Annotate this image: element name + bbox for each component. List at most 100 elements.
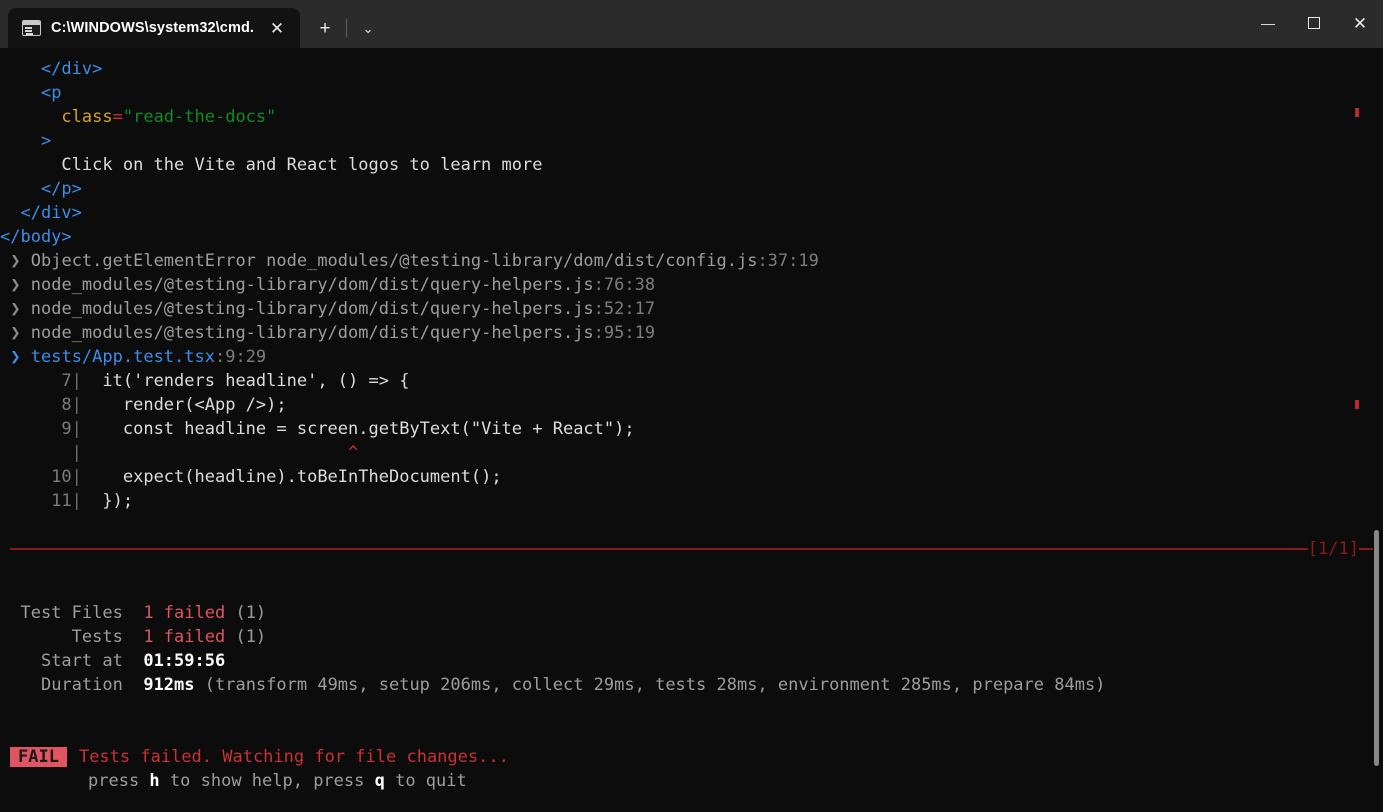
html-markup-block: </div> <p class="read-the-docs" > Click …	[0, 57, 1383, 249]
help-key-q: q	[374, 771, 385, 791]
markup-line: class="read-the-docs"	[0, 105, 1383, 129]
tab-title: C:\WINDOWS\system32\cmd.	[51, 20, 255, 36]
terminal-output[interactable]: </div> <p class="read-the-docs" > Click …	[0, 48, 1383, 812]
code-frame-line: 9| const headline = screen.getByText("Vi…	[0, 417, 1383, 441]
stack-frame-location: :76:38	[593, 275, 656, 295]
summary-label: Start at	[40, 651, 123, 671]
summary-suffix: (1)	[225, 603, 267, 623]
chevron-right-icon: ❯	[10, 251, 21, 271]
status-badge: FAIL	[10, 747, 67, 767]
code-line-text: const headline = screen.getByText("Vite …	[81, 419, 635, 439]
minimize-button[interactable]: —	[1245, 0, 1291, 46]
code-gutter-pipe: |	[71, 467, 82, 487]
code-frame-line: 7| it('renders headline', () => {	[0, 369, 1383, 393]
stack-frame-path: node_modules/@testing-library/dom/dist/q…	[30, 275, 594, 295]
markup-token: >	[40, 131, 52, 151]
stack-frame[interactable]: ❯ node_modules/@testing-library/dom/dist…	[0, 321, 1383, 345]
error-caret: ^	[348, 443, 359, 463]
tab-cmd[interactable]: C:\WINDOWS\system32\cmd. ✕	[8, 8, 301, 48]
maximize-button[interactable]	[1291, 0, 1337, 46]
summary-block: Test Files 1 failed (1) Tests 1 failed (…	[0, 601, 1383, 697]
maximize-icon	[1308, 17, 1320, 29]
fail-status-row: FAIL Tests failed. Watching for file chan…	[0, 745, 1383, 769]
scrollbar-thumb[interactable]	[1374, 530, 1379, 766]
stack-frame-path: node_modules/@testing-library/dom/dist/q…	[30, 323, 594, 343]
summary-suffix: (1)	[225, 627, 267, 647]
stack-frame-location: :9:29	[214, 347, 267, 367]
code-frame-line: 8| render(<App />);	[0, 393, 1383, 417]
code-line-number: 8	[51, 395, 72, 415]
code-line-text: expect(headline).toBeInTheDocument();	[81, 467, 502, 487]
fail-message: Tests failed. Watching for file changes.…	[78, 747, 509, 767]
code-line-text: it('renders headline', () => {	[81, 371, 410, 391]
close-icon[interactable]: ✕	[264, 15, 290, 41]
markup-line: </div>	[0, 201, 1383, 225]
summary-label: Tests	[71, 627, 123, 647]
markup-token: </div>	[40, 59, 103, 79]
stack-frame-location: :37:19	[757, 251, 819, 271]
markup-token: class	[61, 107, 113, 127]
markup-token: "read-the-docs"	[122, 107, 277, 127]
tab-strip: C:\WINDOWS\system32\cmd. ✕ + ⌄	[0, 0, 387, 48]
chevron-down-icon[interactable]: ⌄	[349, 10, 387, 46]
help-post: to quit	[384, 771, 467, 791]
help-key-h: h	[149, 771, 160, 791]
stack-frame[interactable]: ❯ Object.getElementError node_modules/@t…	[0, 249, 1383, 273]
stack-frame[interactable]: ❯ tests/App.test.tsx:9:29	[0, 345, 1383, 369]
markup-line: >	[0, 129, 1383, 153]
help-mid: to show help, press	[159, 771, 375, 791]
window-close-button[interactable]: ✕	[1337, 0, 1383, 46]
window-titlebar: C:\WINDOWS\system32\cmd. ✕ + ⌄ — ✕	[0, 0, 1383, 48]
stack-frame[interactable]: ❯ node_modules/@testing-library/dom/dist…	[0, 273, 1383, 297]
code-gutter-pipe: |	[71, 371, 82, 391]
stack-frame-path: tests/App.test.tsx	[30, 347, 215, 367]
summary-value: 912ms	[143, 675, 195, 695]
markup-token: </body>	[0, 227, 72, 247]
help-pre: press	[88, 771, 150, 791]
error-separator: [1/1]	[0, 537, 1383, 561]
summary-suffix: (transform 49ms, setup 206ms, collect 29…	[194, 675, 1106, 695]
code-frame-line: 11| });	[0, 489, 1383, 513]
code-frame-line: | ^	[0, 441, 1383, 465]
markup-line: Click on the Vite and React logos to lea…	[0, 153, 1383, 177]
markup-token: <p	[40, 83, 62, 103]
error-counter: [1/1]	[1307, 539, 1359, 559]
summary-row: Tests 1 failed (1)	[0, 625, 1383, 649]
chevron-right-icon: ❯	[10, 275, 21, 295]
code-gutter-pipe: |	[71, 491, 82, 511]
stack-frame-location: :95:19	[593, 323, 656, 343]
code-gutter-pipe: |	[71, 419, 82, 439]
summary-row: Test Files 1 failed (1)	[0, 601, 1383, 625]
tabstrip-actions: + ⌄	[300, 8, 387, 48]
scroll-error-mark	[1355, 108, 1359, 117]
markup-line: <p	[0, 81, 1383, 105]
code-line-text: render(<App />);	[81, 395, 287, 415]
chevron-right-icon: ❯	[10, 299, 21, 319]
markup-token: Click on the Vite and React logos to lea…	[61, 155, 543, 175]
stack-frame[interactable]: ❯ node_modules/@testing-library/dom/dist…	[0, 297, 1383, 321]
code-gutter-pipe: |	[71, 443, 82, 463]
stack-frame-path: node_modules/@testing-library/dom/dist/q…	[30, 299, 594, 319]
scrollbar[interactable]	[1369, 48, 1383, 812]
code-frame-line: 10| expect(headline).toBeInTheDocument()…	[0, 465, 1383, 489]
markup-line: </body>	[0, 225, 1383, 249]
code-line-number	[51, 443, 71, 463]
summary-label: Duration	[40, 675, 123, 695]
markup-token: </div>	[20, 203, 82, 223]
code-line-number: 11	[51, 491, 72, 511]
summary-row: Duration 912ms (transform 49ms, setup 20…	[0, 673, 1383, 697]
stack-frame-location: :52:17	[593, 299, 656, 319]
code-line-number: 10	[51, 467, 72, 487]
separator-line	[10, 548, 1308, 550]
new-tab-button[interactable]: +	[306, 10, 344, 46]
summary-value: 1 failed	[143, 627, 226, 647]
markup-line: </div>	[0, 57, 1383, 81]
code-gutter-pipe: |	[71, 395, 82, 415]
summary-value: 01:59:56	[143, 651, 226, 671]
markup-line: </p>	[0, 177, 1383, 201]
code-line-number: 9	[51, 419, 72, 439]
toolbar-divider	[346, 19, 348, 37]
